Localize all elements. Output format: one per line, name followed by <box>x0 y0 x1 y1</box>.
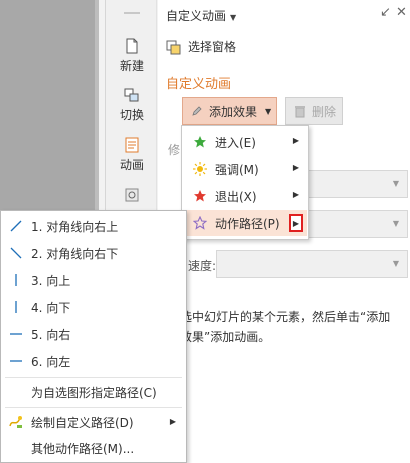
outline-star-icon <box>193 216 207 230</box>
path-down[interactable]: 4. 向下 <box>1 294 186 320</box>
add-effect-button[interactable]: 添加效果 ▼ <box>182 97 277 125</box>
section-title: 自定义动画 <box>166 77 232 92</box>
select-pane-label: 选择窗格 <box>188 40 237 54</box>
delete-button[interactable]: 删除 <box>285 97 343 125</box>
add-effect-dropdown: 进入(E) ▶ 强调(M) ▶ 退出(X) ▶ 动作路径(P) ▶ <box>181 125 309 240</box>
dock-arrow-icon[interactable]: ↙ <box>380 5 391 20</box>
chevron-down-icon: ▼ <box>392 179 399 188</box>
path-label: 3. 向上 <box>31 273 71 288</box>
path-diagonal-up-right[interactable]: 1. 对角线向右上 <box>1 213 186 239</box>
horizontal-line-icon <box>10 360 22 362</box>
path-label: 1. 对角线向右上 <box>31 219 119 234</box>
close-icon[interactable]: ✕ <box>396 5 407 20</box>
hint-text: 选中幻灯片的某个元素，然后单击“添加效果”添加动画。 <box>180 310 391 344</box>
green-star-icon <box>194 136 206 148</box>
speed-label: 速度: <box>188 259 217 273</box>
animation-icon <box>125 137 139 153</box>
chevron-down-icon: ▼ <box>265 106 272 116</box>
path-label: 6. 向左 <box>31 354 71 369</box>
chevron-down-icon: ▼ <box>392 219 399 228</box>
path-label: 5. 向右 <box>31 327 71 342</box>
menu-item-motion-path[interactable]: 动作路径(P) ▶ <box>183 210 307 236</box>
transition-label: 切换 <box>119 108 144 122</box>
menu-item-entrance-label: 进入(E) <box>215 135 256 150</box>
new-slide-label: 新建 <box>119 59 144 73</box>
draw-path-icon <box>9 416 22 428</box>
custom-shape-path-label: 为自选图形指定路径(C) <box>31 385 157 400</box>
red-star-icon <box>194 190 206 202</box>
panel-title-dropdown[interactable]: 自定义动画 ▼ <box>166 7 236 24</box>
path-label: 4. 向下 <box>31 300 71 315</box>
panel-title-text: 自定义动画 <box>166 9 227 23</box>
sun-burst-icon <box>193 162 207 176</box>
motion-path-submenu: 1. 对角线向右上 2. 对角线向右下 3. 向上 4. 向下 5. 向右 6.… <box>0 210 187 463</box>
path-label: 2. 对角线向右下 <box>31 246 119 261</box>
chevron-right-icon: ▶ <box>292 136 299 145</box>
chevron-down-icon: ▼ <box>230 13 237 22</box>
chevron-right-icon: ▶ <box>292 190 299 199</box>
menu-divider <box>5 377 182 378</box>
gear-icon <box>125 188 139 202</box>
animation-label: 动画 <box>119 158 144 172</box>
modify-label: 修 <box>168 143 181 157</box>
speed-combo[interactable]: ▼ <box>216 250 408 278</box>
chevron-right-icon: ▶ <box>169 417 176 426</box>
path-left[interactable]: 6. 向左 <box>1 348 186 374</box>
chevron-right-icon: ▶ <box>292 163 299 172</box>
select-pane-icon <box>166 40 181 54</box>
menu-item-emphasis-label: 强调(M) <box>215 162 259 177</box>
other-motion-paths-item[interactable]: 其他动作路径(M)... <box>1 435 186 461</box>
menu-item-motion-path-label: 动作路径(P) <box>215 216 280 231</box>
path-diagonal-down-right[interactable]: 2. 对角线向右下 <box>1 240 186 266</box>
menu-item-entrance[interactable]: 进入(E) ▶ <box>183 129 307 155</box>
custom-shape-path-item[interactable]: 为自选图形指定路径(C) <box>1 379 186 405</box>
document-icon <box>126 38 138 54</box>
menu-divider <box>5 407 182 408</box>
menu-item-emphasis[interactable]: 强调(M) ▶ <box>183 156 307 182</box>
chevron-down-icon: ▼ <box>392 259 399 268</box>
toolbar-grip[interactable] <box>124 12 140 14</box>
horizontal-line-icon <box>10 333 22 335</box>
chevron-right-icon[interactable]: ▶ <box>289 214 303 232</box>
path-right[interactable]: 5. 向右 <box>1 321 186 347</box>
draw-custom-path-item[interactable]: 绘制自定义路径(D) ▶ <box>1 409 186 435</box>
pencil-icon <box>192 106 202 116</box>
trash-icon <box>295 105 305 117</box>
path-up[interactable]: 3. 向上 <box>1 267 186 293</box>
menu-item-exit-label: 退出(X) <box>215 189 257 204</box>
draw-custom-path-label: 绘制自定义路径(D) <box>31 415 134 430</box>
transition-icon <box>124 88 139 102</box>
other-motion-paths-label: 其他动作路径(M)... <box>31 441 135 456</box>
menu-item-exit[interactable]: 退出(X) ▶ <box>183 183 307 209</box>
vertical-line-icon <box>15 301 17 313</box>
diagonal-up-right-icon <box>10 220 22 232</box>
select-pane-button[interactable]: 选择窗格 <box>166 38 236 55</box>
delete-label: 删除 <box>312 104 337 119</box>
add-effect-label: 添加效果 <box>209 104 258 119</box>
extra-tool-button[interactable] <box>106 187 158 206</box>
animation-button[interactable]: 动画 <box>106 137 158 173</box>
new-slide-button[interactable]: 新建 <box>106 38 158 74</box>
transition-button[interactable]: 切换 <box>106 87 158 123</box>
diagonal-down-right-icon <box>10 247 22 259</box>
vertical-line-icon <box>15 274 17 286</box>
